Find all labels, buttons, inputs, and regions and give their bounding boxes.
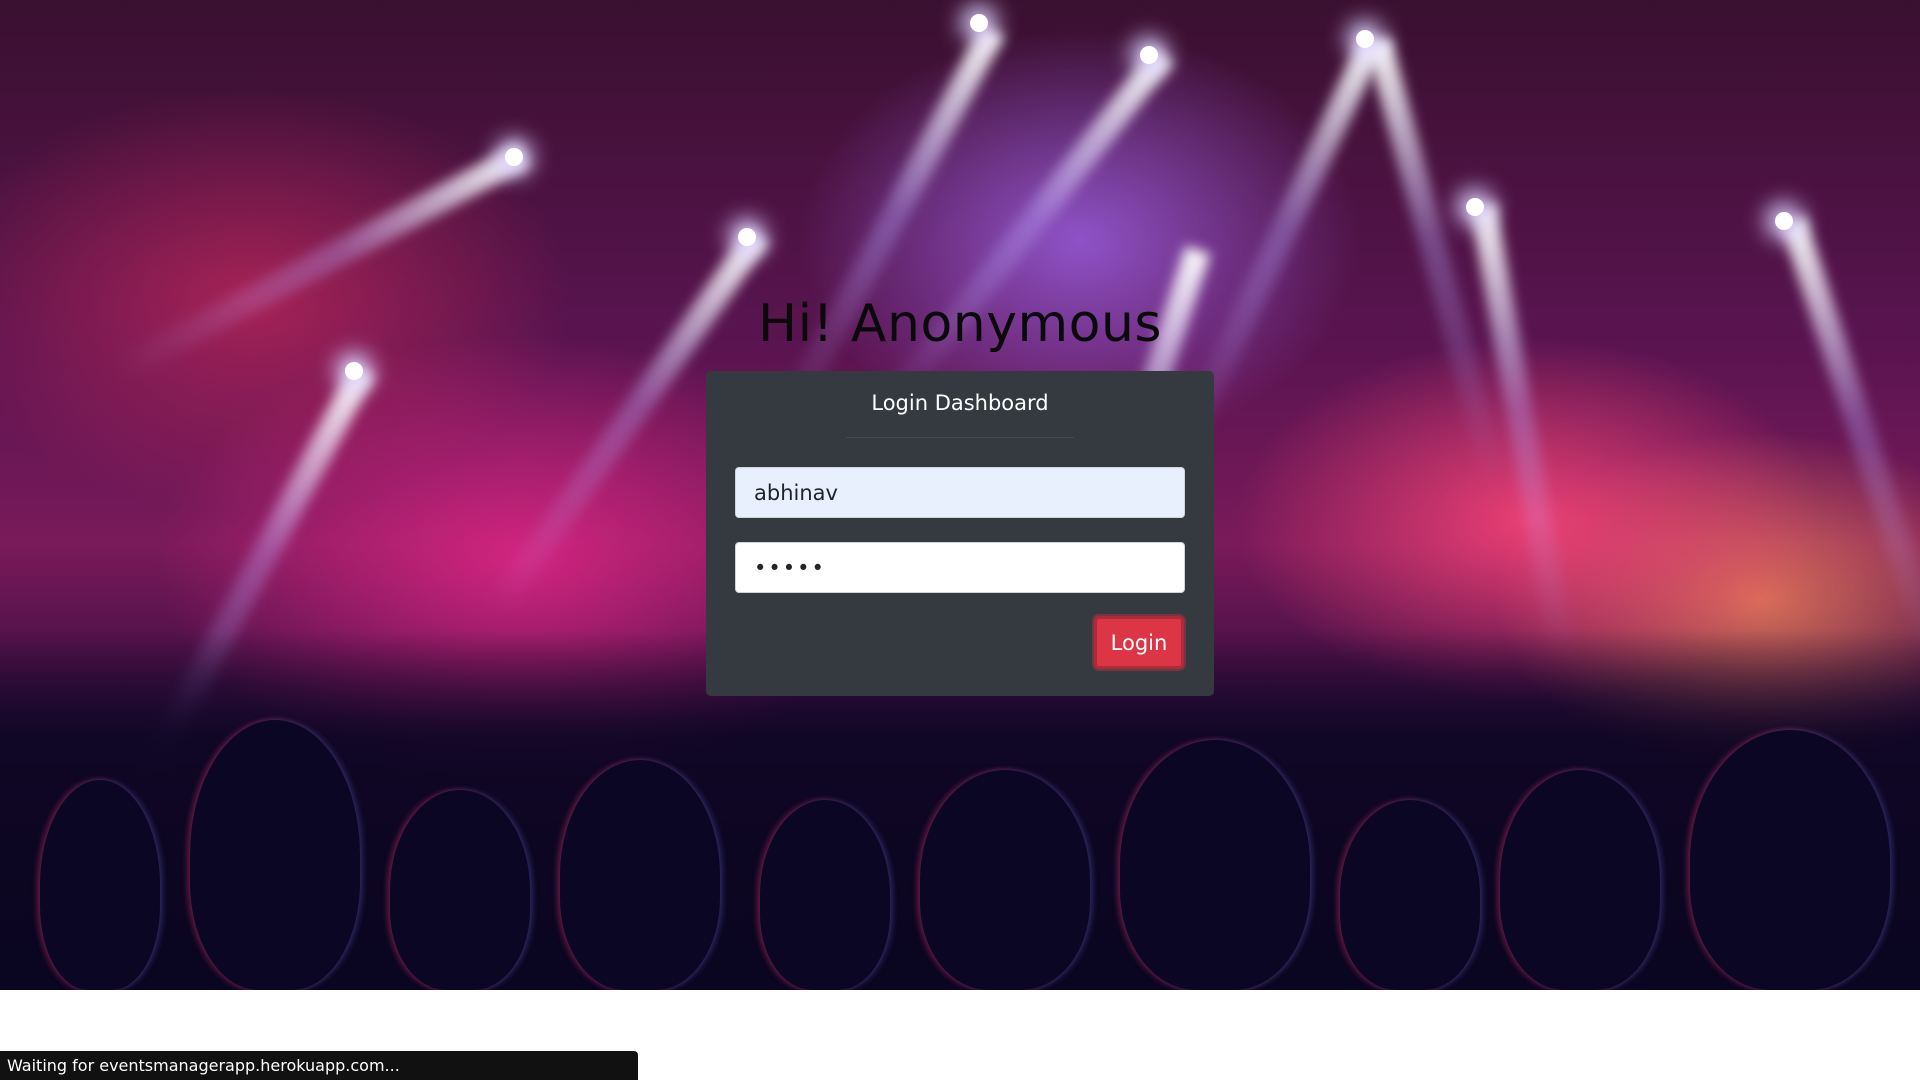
password-input[interactable] (735, 542, 1185, 593)
browser-status-bar: Waiting for eventsmanagerapp.herokuapp.c… (0, 1051, 638, 1080)
card-divider (846, 437, 1074, 438)
greeting-heading: Hi! Anonymous (757, 294, 1162, 354)
username-input[interactable] (735, 467, 1185, 518)
login-button[interactable]: Login (1094, 616, 1184, 669)
login-card-title: Login Dashboard (871, 391, 1049, 415)
login-card: Login Dashboard Login (706, 371, 1214, 696)
